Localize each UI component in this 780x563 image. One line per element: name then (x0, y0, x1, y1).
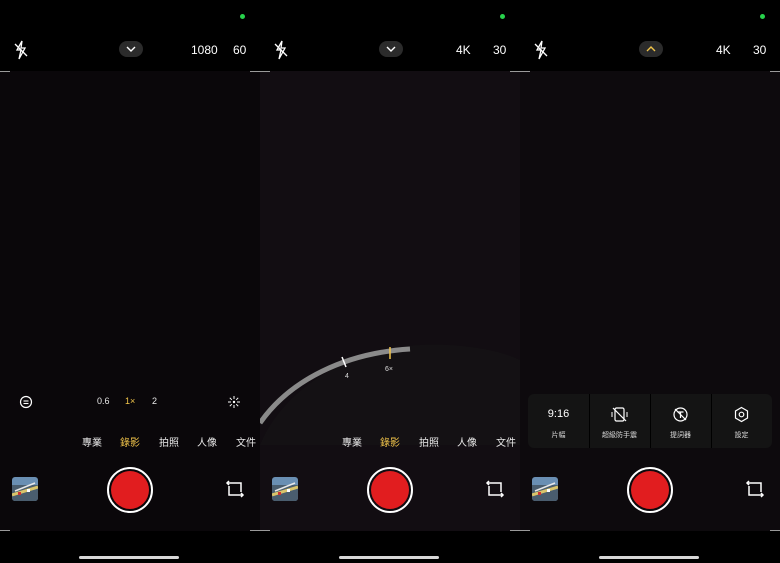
settings-button[interactable]: 設定 (711, 394, 772, 448)
ai-scene-icon[interactable] (227, 395, 241, 409)
frame-corner (510, 520, 520, 531)
gallery-thumbnail[interactable] (272, 477, 298, 501)
switch-camera-icon[interactable] (484, 478, 506, 500)
filter-icon[interactable] (19, 395, 33, 409)
zoom-0.6[interactable]: 0.6 (97, 396, 110, 406)
record-button[interactable] (627, 467, 673, 513)
viewfinder[interactable] (0, 71, 260, 531)
fps-toggle[interactable]: 30 (753, 43, 766, 57)
camera-active-indicator (760, 14, 765, 19)
mode-photo[interactable]: 拍照 (419, 434, 439, 449)
teleprompter-icon (673, 407, 688, 422)
frame-corner (0, 71, 10, 82)
frame-corner (260, 520, 270, 531)
switch-camera-icon[interactable] (744, 478, 766, 500)
zoom-1x[interactable]: 1× (125, 396, 135, 406)
record-button[interactable] (367, 467, 413, 513)
mode-document[interactable]: 文件 (236, 434, 256, 449)
frame-corner (260, 71, 270, 82)
aspect-ratio-button[interactable]: 9:16 片幅 (528, 394, 589, 448)
mode-photo[interactable]: 拍照 (159, 434, 179, 449)
chevron-up-icon (646, 46, 656, 52)
chevron-down-icon (126, 46, 136, 52)
expand-settings-button[interactable] (119, 41, 143, 57)
aspect-ratio-label: 片幅 (551, 432, 566, 439)
viewfinder[interactable] (520, 71, 780, 531)
fps-toggle[interactable]: 30 (493, 43, 506, 57)
zoom-2[interactable]: 2 (152, 396, 157, 406)
mode-video[interactable]: 錄影 (380, 434, 400, 449)
record-button[interactable] (107, 467, 153, 513)
mode-video[interactable]: 錄影 (120, 434, 140, 449)
top-toolbar: 4K 30 (260, 38, 520, 62)
home-indicator[interactable] (79, 556, 179, 559)
frame-corner (520, 520, 530, 531)
quick-settings-panel: 9:16 片幅 超級防手震 提詞器 設定 (528, 394, 772, 448)
camera-panel-3: 4K 30 (520, 0, 780, 563)
settings-icon (734, 406, 749, 423)
camera-panel-1: 1080 60 0.6 1× 2 專業 錄影 拍照 人像 文件 (0, 0, 260, 563)
fps-toggle[interactable]: 60 (233, 43, 246, 57)
expand-settings-button[interactable] (379, 41, 403, 57)
teleprompter-label: 提詞器 (670, 432, 691, 439)
zoom-tick-label: 4 (345, 373, 349, 380)
camera-panel-2: 4K 30 4 6× 專業 錄影 拍照 人像 文件 (260, 0, 520, 563)
gallery-thumbnail[interactable] (532, 477, 558, 501)
switch-camera-icon[interactable] (224, 478, 246, 500)
zoom-tick-label: 6× (385, 366, 393, 373)
resolution-toggle[interactable]: 1080 (191, 43, 218, 57)
teleprompter-button[interactable]: 提詞器 (650, 394, 711, 448)
mode-selector: 專業 錄影 拍照 人像 文件 (260, 434, 520, 449)
mode-document[interactable]: 文件 (496, 434, 516, 449)
gallery-thumbnail[interactable] (12, 477, 38, 501)
flash-off-icon[interactable] (274, 40, 288, 60)
aspect-ratio-value: 9:16 (547, 408, 570, 420)
resolution-toggle[interactable]: 4K (456, 43, 471, 57)
mode-portrait[interactable]: 人像 (457, 434, 477, 449)
super-stabilization-button[interactable]: 超級防手震 (589, 394, 650, 448)
stabilization-icon (611, 407, 628, 422)
chevron-down-icon (386, 46, 396, 52)
frame-corner (0, 520, 10, 531)
frame-corner (770, 520, 780, 531)
mode-pro[interactable]: 專業 (82, 434, 102, 449)
top-toolbar: 4K 30 (520, 38, 780, 62)
camera-active-indicator (240, 14, 245, 19)
flash-off-icon[interactable] (14, 40, 28, 60)
frame-corner (770, 71, 780, 82)
stabilization-label: 超級防手震 (602, 432, 637, 439)
home-indicator[interactable] (339, 556, 439, 559)
mode-pro[interactable]: 專業 (342, 434, 362, 449)
settings-label: 設定 (734, 432, 749, 439)
frame-corner (510, 71, 520, 82)
mode-selector: 專業 錄影 拍照 人像 文件 (0, 434, 260, 449)
top-toolbar: 1080 60 (0, 38, 260, 62)
viewfinder[interactable] (260, 71, 520, 531)
flash-off-icon[interactable] (534, 40, 548, 60)
frame-corner (520, 71, 530, 82)
frame-corner (250, 520, 260, 531)
resolution-toggle[interactable]: 4K (716, 43, 731, 57)
frame-corner (250, 71, 260, 82)
home-indicator[interactable] (599, 556, 699, 559)
collapse-settings-button[interactable] (639, 41, 663, 57)
mode-portrait[interactable]: 人像 (197, 434, 217, 449)
camera-active-indicator (500, 14, 505, 19)
zoom-dial[interactable] (260, 335, 520, 445)
